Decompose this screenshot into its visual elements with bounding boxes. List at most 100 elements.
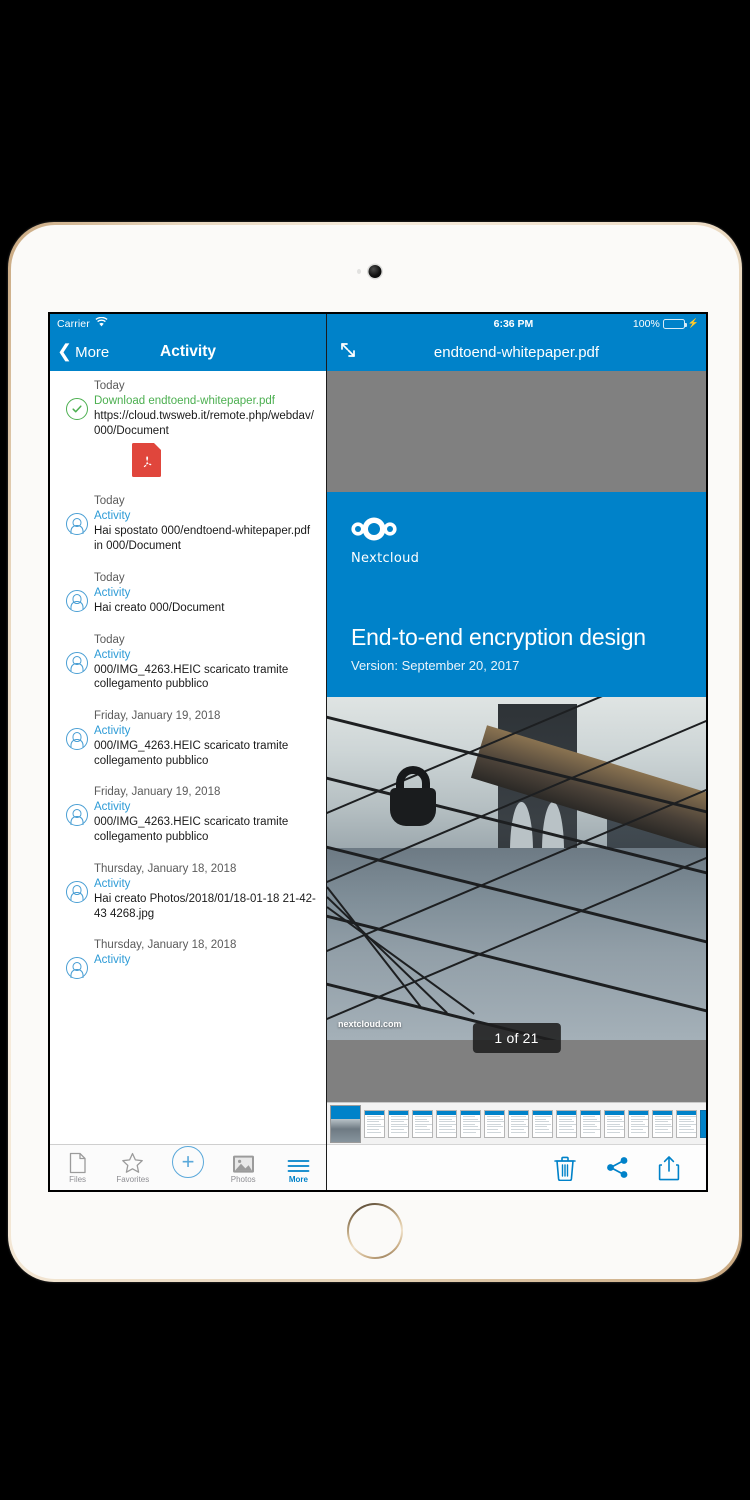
page-thumbnail[interactable]: [532, 1109, 553, 1138]
pdf-heading: End-to-end encryption design: [351, 624, 646, 650]
page-thumbnail[interactable]: [628, 1109, 649, 1138]
activity-item[interactable]: Today Download endtoend-whitepaper.pdf htt…: [50, 371, 326, 486]
pdf-bottom-toolbar: [327, 1144, 706, 1190]
activity-item[interactable]: Thursday, January 18, 2018 Activity: [50, 930, 326, 988]
status-bar-carrier-group: Carrier: [57, 316, 108, 330]
activity-item-date: Thursday, January 18, 2018: [94, 862, 237, 875]
check-circle-icon: [66, 398, 88, 420]
padlock-object: [388, 765, 440, 826]
activity-item-subject: Activity: [94, 510, 131, 523]
activity-item-icon: [60, 495, 94, 553]
page-indicator-badge: 1 of 21: [472, 1023, 561, 1053]
pdf-version-label: Version: September 20, 2017: [351, 658, 520, 673]
photo-icon: [232, 1152, 255, 1174]
page-thumbnail[interactable]: [412, 1109, 433, 1138]
page-thumbnail[interactable]: [580, 1109, 601, 1138]
tab-more[interactable]: More: [271, 1145, 326, 1190]
activity-item-message: https://cloud.twsweb.it/remote.php/webda…: [94, 410, 314, 437]
page-thumbnail[interactable]: [676, 1109, 697, 1138]
activity-item[interactable]: Today Activity 000/IMG_4263.HEIC scaricato…: [50, 625, 326, 701]
tab-label: More: [288, 1174, 308, 1184]
back-to-more-button[interactable]: ❮ More: [50, 341, 110, 361]
home-button[interactable]: [347, 1203, 403, 1259]
page-thumbnail[interactable]: [604, 1109, 625, 1138]
activity-item-icon: [60, 572, 94, 616]
front-camera: [368, 265, 382, 278]
activity-item-message: Hai creato 000/Document: [94, 601, 225, 614]
page-thumbnail[interactable]: [556, 1109, 577, 1138]
ipad-device-frame: Carrier ❮ More Activity Today Download e…: [8, 222, 742, 1282]
activity-navbar: ❮ More Activity: [50, 333, 326, 371]
activity-item-subject: Activity: [94, 725, 131, 738]
chevron-left-icon: ❮: [57, 341, 73, 361]
pdf-page-1: Nextcloud End-to-end encryption design V…: [327, 492, 706, 1040]
activity-item-body: Thursday, January 18, 2018 Activity: [94, 939, 316, 979]
carrier-label: Carrier: [57, 317, 90, 330]
page-thumbnail[interactable]: [652, 1109, 673, 1138]
activity-list[interactable]: Today Download endtoend-whitepaper.pdf htt…: [50, 371, 326, 1144]
tab-files[interactable]: Files: [50, 1145, 105, 1190]
activity-item[interactable]: Today Activity Hai spostato 000/endtoend-w…: [50, 486, 326, 562]
tab-favorites[interactable]: Favorites: [105, 1145, 160, 1190]
expand-arrows-icon[interactable]: [337, 339, 359, 366]
activity-item-body: Today Activity Hai creato 000/Document: [94, 572, 316, 616]
page-thumbnail[interactable]: [460, 1109, 481, 1138]
pdf-file-icon[interactable]: [94, 438, 316, 478]
activity-item-date: Friday, January 19, 2018: [94, 786, 221, 799]
pdf-navbar: endtoend-whitepaper.pdf: [327, 333, 706, 371]
activity-item-icon: [60, 380, 94, 477]
export-button[interactable]: [658, 1155, 680, 1181]
plus-circle-icon: +: [172, 1146, 204, 1178]
activity-item[interactable]: Friday, January 19, 2018 Activity 000/IMG_…: [50, 777, 326, 853]
nextcloud-wordmark: Nextcloud: [351, 551, 420, 566]
activity-item-subject: Activity: [94, 648, 131, 661]
back-button-label: More: [75, 343, 110, 361]
tab-bar: Files Favorites + Photos More: [50, 1144, 326, 1190]
plus-circle-icon[interactable]: +: [172, 1146, 204, 1178]
activity-item-subject: Activity: [94, 877, 131, 890]
activity-item-body: Today Activity 000/IMG_4263.HEIC scaricato…: [94, 634, 316, 692]
activity-item-subject: Activity: [94, 586, 131, 599]
delete-button[interactable]: [553, 1155, 577, 1181]
activity-item[interactable]: Thursday, January 18, 2018 Activity Hai cr…: [50, 854, 326, 930]
page-thumbnail[interactable]: [330, 1104, 361, 1143]
tab-label: Favorites: [116, 1174, 150, 1184]
share-button[interactable]: [605, 1155, 630, 1180]
activity-item-date: Friday, January 19, 2018: [94, 710, 221, 723]
page-thumbnail[interactable]: [508, 1109, 529, 1138]
activity-item-message: 000/IMG_4263.HEIC scaricato tramite coll…: [94, 663, 289, 691]
wifi-icon: [95, 316, 108, 330]
hamburger-menu-icon: [287, 1152, 310, 1174]
page-thumbnail[interactable]: [484, 1109, 505, 1138]
activity-item-message: 000/IMG_4263.HEIC scaricato tramite coll…: [94, 816, 289, 844]
tab-photos[interactable]: Photos: [216, 1145, 271, 1190]
activity-item-icon: [60, 939, 94, 980]
device-bezel: Carrier ❮ More Activity Today Download e…: [11, 225, 739, 1279]
lightning-bolt-icon: ⚡: [687, 318, 699, 328]
battery-group: 100% ⚡: [633, 318, 699, 330]
page-thumbnail[interactable]: [388, 1109, 409, 1138]
pdf-cover-header: Nextcloud End-to-end encryption design V…: [327, 492, 706, 697]
tab-add[interactable]: +: [160, 1145, 215, 1190]
activity-item-body: Today Download endtoend-whitepaper.pdf htt…: [94, 380, 316, 478]
activity-item-date: Today: [94, 571, 125, 584]
activity-item[interactable]: Today Activity Hai creato 000/Document: [50, 563, 326, 625]
page-thumbnail[interactable]: [436, 1109, 457, 1138]
pdf-filename-title: endtoend-whitepaper.pdf: [433, 343, 600, 361]
activity-item-body: Today Activity Hai spostato 000/endtoend-w…: [94, 495, 316, 553]
activity-pane: Carrier ❮ More Activity Today Download e…: [50, 314, 327, 1190]
user-avatar-icon: [66, 957, 88, 980]
page-thumbnail[interactable]: [364, 1109, 385, 1138]
pdf-scroll-area[interactable]: Nextcloud End-to-end encryption design V…: [327, 371, 706, 1102]
activity-item[interactable]: Friday, January 19, 2018 Activity 000/IMG_…: [50, 701, 326, 777]
activity-item-date: Today: [94, 633, 125, 646]
padlock-on-bridge-cable-photo: nextcloud.com: [327, 697, 706, 1040]
activity-item-body: Friday, January 19, 2018 Activity 000/IMG_…: [94, 710, 316, 768]
user-avatar-icon: [66, 880, 88, 903]
page-thumbnail[interactable]: [700, 1109, 706, 1138]
device-screen: Carrier ❮ More Activity Today Download e…: [48, 312, 708, 1192]
pdf-viewer-pane: 6:36 PM 100% ⚡ endtoend-whitepaper.pdf N…: [327, 314, 706, 1190]
user-avatar-icon: [66, 513, 88, 536]
page-thumbnail-strip[interactable]: [327, 1102, 706, 1144]
activity-item-subject: Download endtoend-whitepaper.pdf: [94, 395, 275, 407]
